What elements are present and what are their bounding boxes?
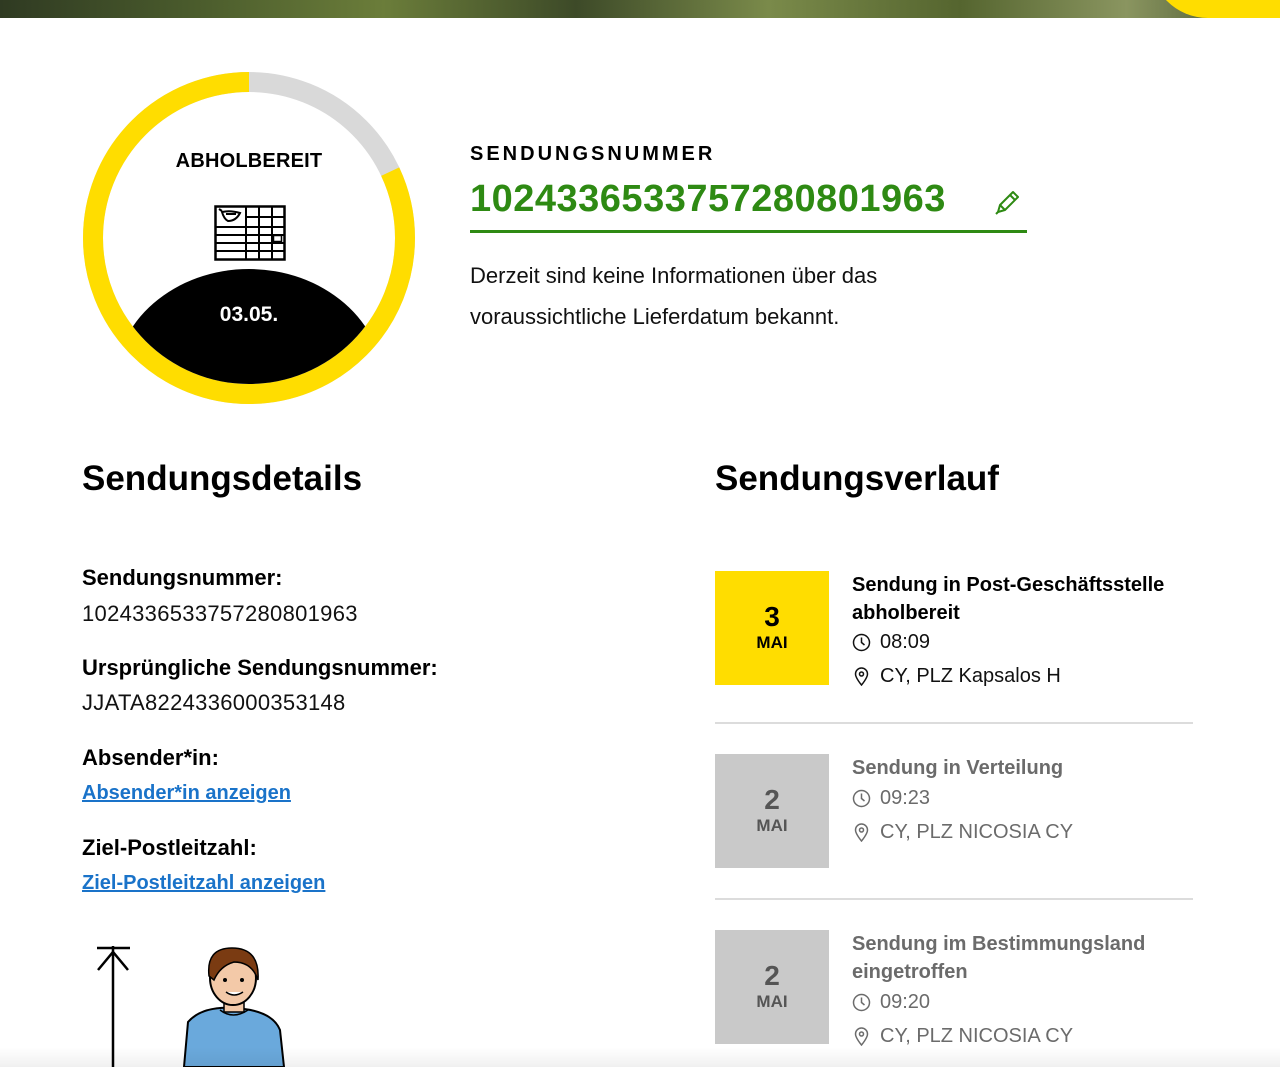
clock-icon: [852, 633, 871, 652]
hero-yellow-shape: [1150, 0, 1280, 18]
event-location-row: CY, PLZ NICOSIA CY: [852, 821, 1073, 844]
event-divider: [715, 898, 1193, 900]
event-location-row: CY, PLZ NICOSIA CY: [852, 1025, 1073, 1048]
event-month: MAI: [756, 816, 788, 835]
status-date: 03.05.: [219, 303, 279, 326]
event-time-row: 08:09: [852, 631, 930, 654]
status-label: ABHOLBEREIT: [175, 150, 323, 172]
event-location-row: CY, PLZ Kapsalos H: [852, 665, 1061, 688]
event-month: MAI: [756, 633, 788, 652]
zip-label: Ziel-Postleitzahl:: [82, 835, 257, 860]
event-time-row: 09:20: [852, 991, 930, 1014]
event-day: 2: [764, 784, 780, 815]
location-pin-icon: [854, 667, 869, 686]
parcel-locker-icon: [214, 205, 286, 261]
sender-label: Absender*in:: [82, 745, 219, 770]
event-location: CY, PLZ NICOSIA CY: [880, 821, 1074, 843]
show-sender-link[interactable]: Absender*in anzeigen: [82, 782, 291, 805]
shipment-number-value: 1024336533757280801963: [470, 178, 946, 220]
event-date-badge: 3 MAI: [715, 571, 829, 685]
shipment-number-label: Sendungsnummer:: [82, 565, 283, 590]
event-date-badge: 2 MAI: [715, 754, 829, 868]
event-time: 08:09: [880, 631, 931, 653]
event-title: Sendung in Verteilung: [852, 757, 1064, 779]
event-divider: [715, 722, 1193, 724]
shipment-number-caption: SENDUNGSNUMMER: [470, 143, 716, 165]
delivery-date-info: Derzeit sind keine Informationen über da…: [470, 263, 878, 329]
shipment-number-field[interactable]: 1024336533757280801963: [470, 176, 1027, 233]
location-pin-icon: [854, 1027, 869, 1046]
event-time: 09:20: [880, 991, 931, 1013]
shipment-number-detail: 1024336533757280801963: [82, 601, 358, 626]
event-title: Sendung in Post-Geschäftsstelle abholber…: [852, 574, 1165, 624]
event-time: 09:23: [880, 787, 931, 809]
original-number-value: JJATA8224336000353148: [82, 690, 346, 715]
clock-icon: [852, 993, 871, 1012]
history-heading: Sendungsverlauf: [715, 459, 999, 498]
details-heading: Sendungsdetails: [82, 459, 363, 498]
original-number-label: Ursprüngliche Sendungsnummer:: [82, 655, 438, 680]
event-day: 3: [764, 601, 780, 632]
pencil-icon[interactable]: [992, 188, 1022, 218]
event-location: CY, PLZ Kapsalos H: [880, 665, 1061, 687]
hero-banner-image: [0, 0, 1280, 18]
location-pin-icon: [854, 823, 869, 842]
clock-icon: [852, 789, 871, 808]
show-zip-link[interactable]: Ziel-Postleitzahl anzeigen: [82, 872, 325, 895]
event-month: MAI: [756, 992, 788, 1011]
person-height-illustration: [97, 946, 286, 1067]
event-title: Sendung im Bestimmungsland eingetroffen: [852, 933, 1146, 983]
event-time-row: 09:23: [852, 787, 930, 810]
event-day: 2: [764, 960, 780, 991]
event-location: CY, PLZ NICOSIA CY: [880, 1025, 1074, 1047]
event-date-badge: 2 MAI: [715, 930, 829, 1044]
